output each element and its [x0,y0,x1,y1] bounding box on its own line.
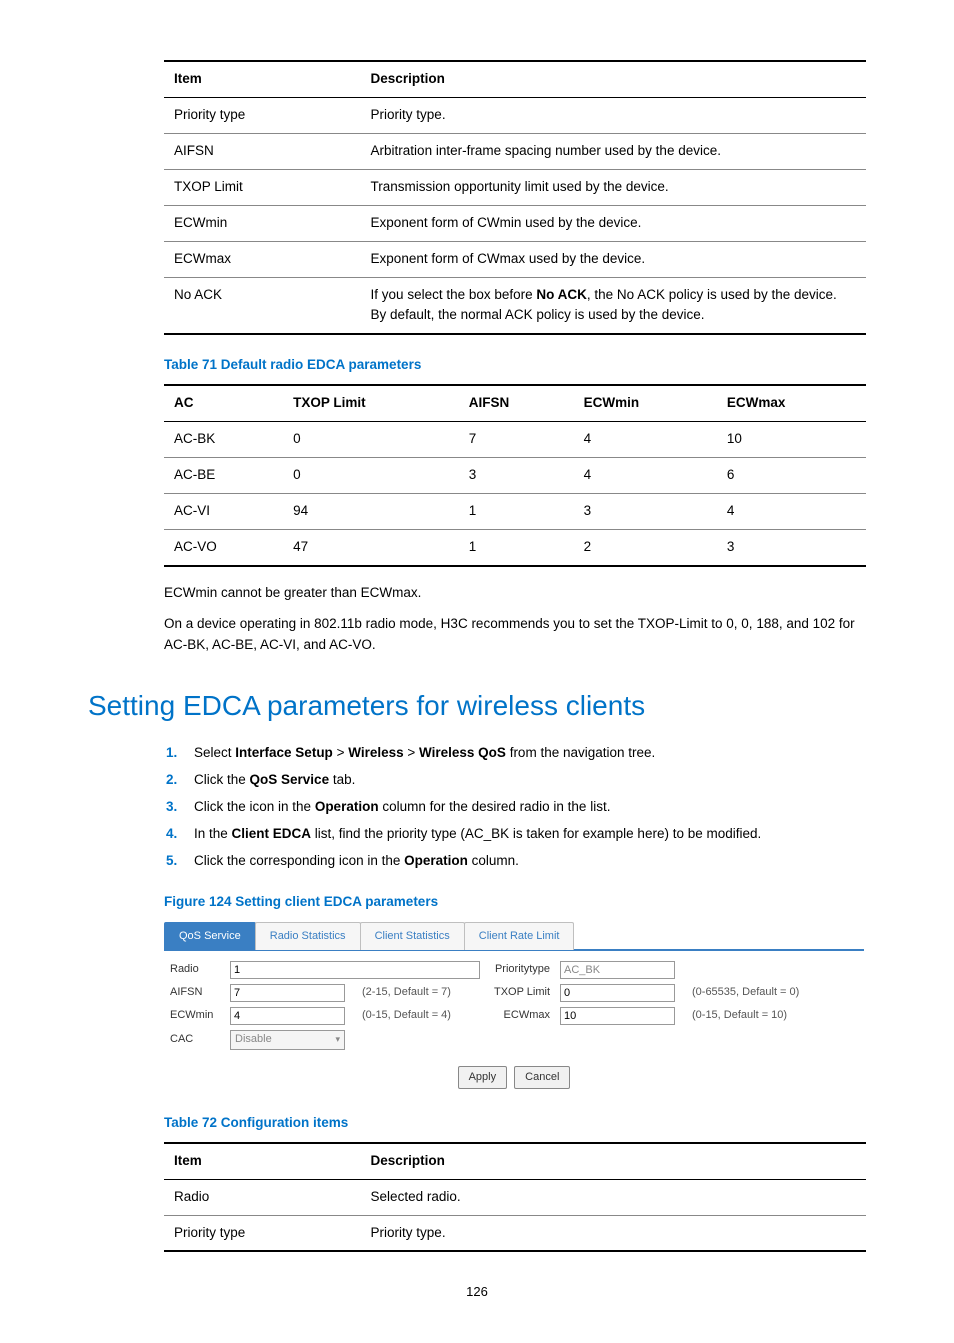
col-aifsn: AIFSN [459,385,574,421]
chevron-down-icon: ▾ [335,1033,340,1047]
label-radio: Radio [170,961,230,978]
item-description-table: Item Description Priority typePriority t… [164,60,866,335]
table-row: ECWmaxExponent form of CWmax used by the… [164,241,866,277]
table-row: RadioSelected radio. [164,1179,866,1215]
col-item: Item [164,61,361,97]
label-prioritytype: Prioritytype [480,961,560,978]
cac-value: Disable [235,1031,272,1048]
hint-ecwmin: (0-15, Default = 4) [360,1007,480,1024]
steps-list: Select Interface Setup > Wireless > Wire… [164,743,866,872]
col-desc: Description [361,61,866,97]
aifsn-field[interactable] [230,984,345,1002]
ecwmax-field[interactable] [560,1007,675,1025]
step-5: Click the corresponding icon in the Oper… [188,851,866,872]
step-4: In the Client EDCA list, find the priori… [188,824,866,845]
tab-strip: QoS Service Radio Statistics Client Stat… [164,921,864,951]
table-row-noack: No ACK If you select the box before No A… [164,277,866,334]
radio-field[interactable] [230,961,480,979]
tab-client-statistics[interactable]: Client Statistics [360,922,465,950]
hint-txop: (0-65535, Default = 0) [690,984,810,1001]
figure124-caption: Figure 124 Setting client EDCA parameter… [164,892,866,913]
label-ecwmin: ECWmin [170,1007,230,1024]
client-edca-ui: QoS Service Radio Statistics Client Stat… [164,921,864,1093]
step-3: Click the icon in the Operation column f… [188,797,866,818]
table-row: ECWminExponent form of CWmin used by the… [164,205,866,241]
hint-aifsn: (2-15, Default = 7) [360,984,480,1001]
note-80211b: On a device operating in 802.11b radio m… [164,614,866,656]
tab-qos-service[interactable]: QoS Service [164,922,256,950]
table-row: Priority typePriority type. [164,97,866,133]
ecwmin-field[interactable] [230,1007,345,1025]
col-item: Item [164,1143,361,1179]
table-row: AC-VI94134 [164,494,866,530]
table-row: AC-BE0346 [164,458,866,494]
note-ecwmin: ECWmin cannot be greater than ECWmax. [164,583,866,604]
table-row: TXOP LimitTransmission opportunity limit… [164,169,866,205]
col-desc: Description [361,1143,866,1179]
step-2: Click the QoS Service tab. [188,770,866,791]
tab-client-rate-limit[interactable]: Client Rate Limit [464,922,575,950]
label-aifsn: AIFSN [170,984,230,1001]
col-txop: TXOP Limit [283,385,459,421]
cancel-button[interactable]: Cancel [514,1066,570,1089]
tab-radio-statistics[interactable]: Radio Statistics [255,922,361,950]
label-ecwmax: ECWmax [480,1007,560,1024]
col-ecwmin: ECWmin [574,385,717,421]
table71-caption: Table 71 Default radio EDCA parameters [164,355,866,376]
label-txop: TXOP Limit [480,984,560,1001]
col-ecwmax: ECWmax [717,385,866,421]
edca-parameters-table: AC TXOP Limit AIFSN ECWmin ECWmax AC-BK0… [164,384,866,567]
apply-button[interactable]: Apply [458,1066,508,1089]
table-row: Priority typePriority type. [164,1215,866,1251]
table-row: AIFSNArbitration inter-frame spacing num… [164,133,866,169]
step-1: Select Interface Setup > Wireless > Wire… [188,743,866,764]
configuration-items-table: Item Description RadioSelected radio. Pr… [164,1142,866,1253]
section-heading: Setting EDCA parameters for wireless cli… [88,684,866,727]
txop-field[interactable] [560,984,675,1002]
table-row: AC-BK07410 [164,422,866,458]
table72-caption: Table 72 Configuration items [164,1113,866,1134]
hint-ecwmax: (0-15, Default = 10) [690,1007,810,1024]
col-ac: AC [164,385,283,421]
table-row: AC-VO47123 [164,529,866,565]
prioritytype-field[interactable] [560,961,675,979]
page-number: 126 [88,1282,866,1302]
label-cac: CAC [170,1031,230,1048]
cac-select[interactable]: Disable ▾ [230,1030,345,1050]
